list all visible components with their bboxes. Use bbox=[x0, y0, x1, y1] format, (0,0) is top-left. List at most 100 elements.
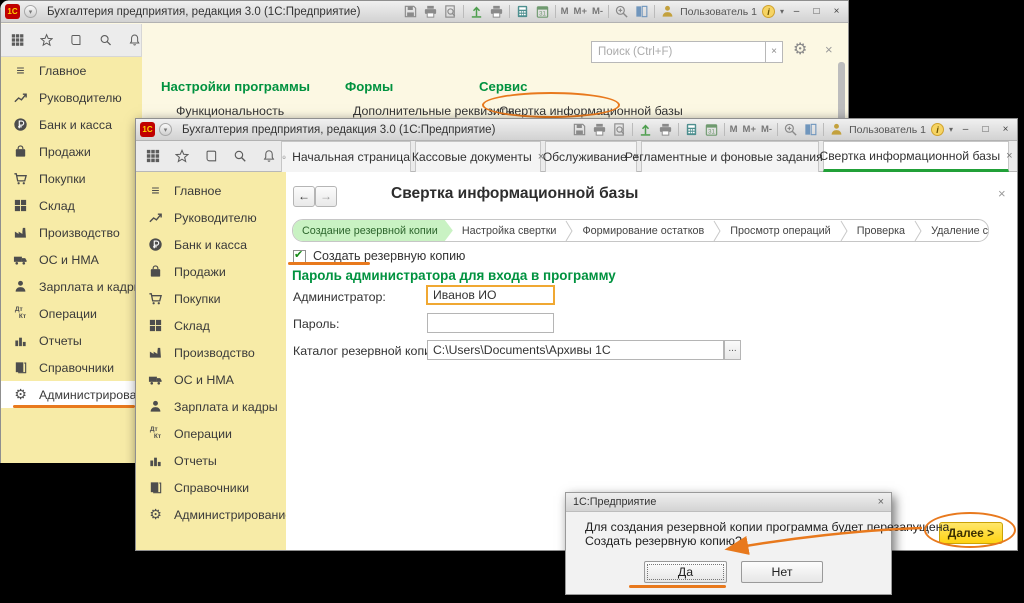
minimize-button[interactable]: – bbox=[958, 122, 973, 137]
forward-button[interactable]: → bbox=[315, 186, 337, 207]
zoom-icon[interactable] bbox=[783, 122, 798, 137]
calculator-icon[interactable] bbox=[684, 122, 699, 137]
history-icon[interactable] bbox=[204, 148, 218, 164]
checkbox-icon[interactable]: ✔ bbox=[293, 250, 306, 263]
window-menu-dropdown-icon[interactable]: ▾ bbox=[24, 5, 37, 18]
sidebar-item-sklad[interactable]: Склад bbox=[1, 192, 142, 219]
sidebar-item-pokupki[interactable]: Покупки bbox=[136, 285, 286, 312]
search-clear-icon[interactable]: × bbox=[765, 41, 783, 63]
notifications-bell-icon[interactable] bbox=[128, 32, 141, 48]
section-servis[interactable]: Сервис bbox=[479, 79, 527, 94]
sidebar-item-rukovoditelyu[interactable]: Руководителю bbox=[136, 204, 286, 231]
close-button[interactable]: × bbox=[829, 4, 844, 19]
sidebar-item-zarplata-i-kadry[interactable]: Зарплата и кадры bbox=[1, 273, 142, 300]
memory-mminus-button[interactable]: M- bbox=[592, 6, 603, 17]
print-preview-icon[interactable] bbox=[443, 4, 458, 19]
minimize-button[interactable]: – bbox=[789, 4, 804, 19]
memory-mplus-button[interactable]: M+ bbox=[743, 124, 756, 135]
sidebar-item-proizvodstvo[interactable]: Производство bbox=[1, 219, 142, 246]
favorites-star-icon[interactable] bbox=[175, 148, 189, 164]
sidebar-item-otchety[interactable]: Отчеты bbox=[1, 327, 142, 354]
sidebar-item-os-i-nma[interactable]: ОС и НМА bbox=[1, 246, 142, 273]
search-icon[interactable] bbox=[99, 32, 112, 48]
no-button[interactable]: Нет bbox=[741, 561, 823, 583]
administrator-field[interactable] bbox=[426, 285, 555, 305]
section-nastroyki-programmy[interactable]: Настройки программы bbox=[161, 79, 310, 94]
tab-close-icon[interactable]: × bbox=[1006, 150, 1012, 162]
maximize-button[interactable]: □ bbox=[809, 4, 824, 19]
split-view-icon[interactable] bbox=[634, 4, 649, 19]
sidebar-item-proizvodstvo[interactable]: Производство bbox=[136, 339, 286, 366]
info-icon[interactable]: i bbox=[931, 123, 944, 136]
calendar-icon[interactable] bbox=[535, 4, 550, 19]
sidebar-item-sklad[interactable]: Склад bbox=[136, 312, 286, 339]
zoom-icon[interactable] bbox=[614, 4, 629, 19]
split-view-icon[interactable] bbox=[803, 122, 818, 137]
menu-grid-icon[interactable] bbox=[146, 148, 160, 164]
memory-m-button[interactable]: M bbox=[730, 124, 738, 135]
sidebar-item-rukovoditelyu[interactable]: Руководителю bbox=[1, 84, 142, 111]
sidebar-item-pokupki[interactable]: Покупки bbox=[1, 165, 142, 192]
sidebar-item-spravochniki[interactable]: Справочники bbox=[136, 474, 286, 501]
sidebar-item-operatsii[interactable]: ДтКтОперации bbox=[1, 300, 142, 327]
link-funktsionalnost[interactable]: Функциональность bbox=[176, 104, 284, 118]
notifications-bell-icon[interactable] bbox=[262, 148, 276, 164]
memory-mplus-button[interactable]: M+ bbox=[574, 6, 587, 17]
info-icon[interactable]: i bbox=[762, 5, 775, 18]
send-icon[interactable] bbox=[638, 122, 653, 137]
close-button[interactable]: × bbox=[998, 122, 1013, 137]
sidebar-item-otchety[interactable]: Отчеты bbox=[136, 447, 286, 474]
dialog-close-icon[interactable]: × bbox=[878, 496, 884, 508]
tab-obsluzhivanie[interactable]: Обслуживание × bbox=[545, 141, 637, 172]
memory-m-button[interactable]: M bbox=[561, 6, 569, 17]
window-menu-dropdown-icon[interactable]: ▾ bbox=[159, 123, 172, 136]
sidebar-item-os-i-nma[interactable]: ОС и НМА bbox=[136, 366, 286, 393]
save-icon[interactable] bbox=[403, 4, 418, 19]
menu-grid-icon[interactable] bbox=[11, 32, 24, 48]
user-name[interactable]: Пользователь 1 bbox=[849, 124, 926, 136]
settings-gear-icon[interactable]: ⚙ bbox=[793, 39, 807, 59]
sidebar-item-zarplata-i-kadry[interactable]: Зарплата и кадры bbox=[136, 393, 286, 420]
section-formy[interactable]: Формы bbox=[345, 79, 393, 94]
print-icon[interactable] bbox=[423, 4, 438, 19]
calendar-icon[interactable] bbox=[704, 122, 719, 137]
sidebar-item-administrirovanie[interactable]: ⚙Администрирование bbox=[1, 381, 142, 408]
sidebar-item-prodazhi[interactable]: Продажи bbox=[136, 258, 286, 285]
scrollbar-thumb[interactable] bbox=[838, 62, 845, 126]
backup-folder-field[interactable] bbox=[427, 340, 724, 360]
tab-svertka-informatsionnoy-bazy[interactable]: Свертка информационной базы × bbox=[823, 141, 1009, 172]
print-settings-icon[interactable] bbox=[658, 122, 673, 137]
save-icon[interactable] bbox=[572, 122, 587, 137]
search-input[interactable] bbox=[591, 41, 765, 63]
chevron-down-icon[interactable]: ▾ bbox=[780, 7, 784, 16]
sidebar-item-prodazhi[interactable]: Продажи bbox=[1, 138, 142, 165]
back-button[interactable]: ← bbox=[293, 186, 315, 207]
page-close-icon[interactable]: × bbox=[998, 186, 1006, 201]
sidebar-item-administrirovanie[interactable]: ⚙Администрирование bbox=[136, 501, 286, 528]
sidebar-item-operatsii[interactable]: ДтКтОперации bbox=[136, 420, 286, 447]
search-icon[interactable] bbox=[233, 148, 247, 164]
yes-button[interactable]: Да bbox=[644, 561, 727, 583]
panel-close-icon[interactable]: × bbox=[825, 42, 833, 57]
sidebar-item-glavnoe[interactable]: ≡Главное bbox=[136, 177, 286, 204]
user-name[interactable]: Пользователь 1 bbox=[680, 6, 757, 18]
tab-kassovye-dokumenty[interactable]: Кассовые документы × bbox=[415, 141, 541, 172]
link-svertka-informatsionnoy-bazy[interactable]: Свертка информационной базы bbox=[499, 104, 683, 118]
calculator-icon[interactable] bbox=[515, 4, 530, 19]
tab-reglamentnye-i-fonovye-zadaniya[interactable]: Регламентные и фоновые задания × bbox=[641, 141, 819, 172]
send-icon[interactable] bbox=[469, 4, 484, 19]
sidebar-item-bank-i-kassa[interactable]: Банк и касса bbox=[1, 111, 142, 138]
password-field[interactable] bbox=[427, 313, 554, 333]
browse-button[interactable]: ... bbox=[724, 340, 741, 360]
maximize-button[interactable]: □ bbox=[978, 122, 993, 137]
memory-mminus-button[interactable]: M- bbox=[761, 124, 772, 135]
print-icon[interactable] bbox=[592, 122, 607, 137]
sidebar-item-spravochniki[interactable]: Справочники bbox=[1, 354, 142, 381]
sidebar-item-glavnoe[interactable]: ≡Главное bbox=[1, 57, 142, 84]
chevron-down-icon[interactable]: ▾ bbox=[949, 125, 953, 134]
tab-nachalnaya-stranitsa[interactable]: Начальная страница bbox=[281, 141, 411, 172]
create-backup-checkbox[interactable]: ✔ Создать резервную копию bbox=[293, 249, 465, 263]
history-icon[interactable] bbox=[69, 32, 82, 48]
print-settings-icon[interactable] bbox=[489, 4, 504, 19]
link-dopolnitelnye-rekvizity[interactable]: Дополнительные реквизиты bbox=[353, 104, 514, 118]
